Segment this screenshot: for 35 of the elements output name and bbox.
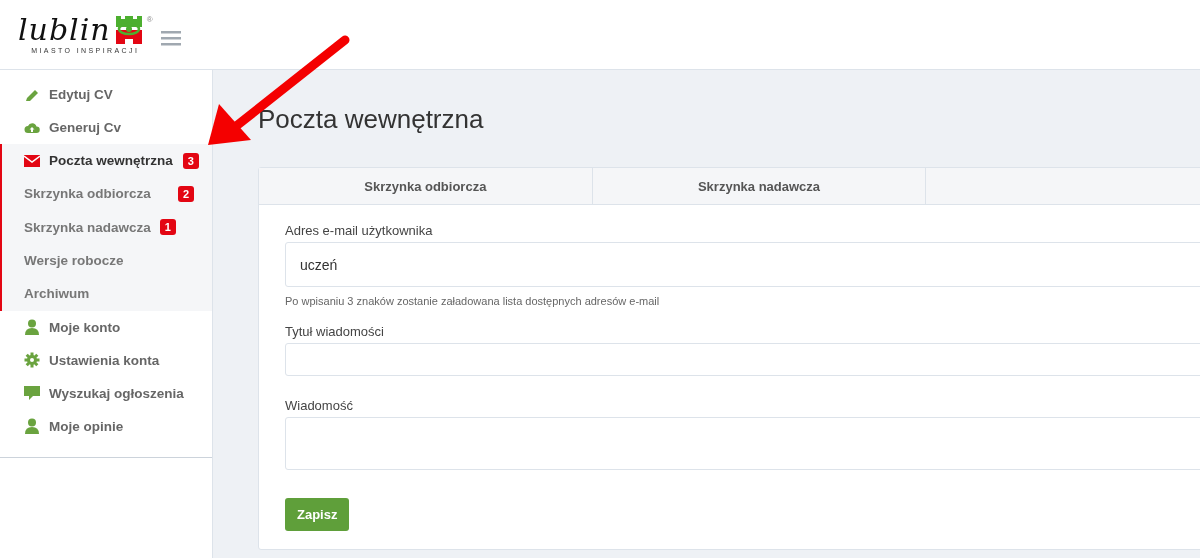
menu-icon[interactable] (160, 29, 181, 46)
tab[interactable]: Skrzynka nadawcza (592, 168, 927, 204)
message-field[interactable] (285, 417, 1200, 470)
field-label: Adres e-mail użytkownika (285, 223, 434, 238)
input-field[interactable] (285, 343, 1200, 376)
registered-mark: ® (146, 15, 153, 24)
sidebar-subitem[interactable]: Wersje robocze (0, 243, 212, 278)
tower-logo-icon (113, 15, 144, 45)
sidebar-subitem[interactable]: Archiwum (0, 277, 212, 311)
sidebar-item[interactable]: Poczta wewnętrzna 3 (0, 144, 212, 177)
speech-bubble-icon (24, 385, 40, 402)
sidebar-subitem[interactable]: Skrzynka odbiorcza 2 (0, 177, 212, 211)
count-badge: 2 (177, 185, 194, 202)
field-label: Wiadomość (285, 398, 354, 413)
count-badge: 1 (159, 219, 176, 236)
settings-icon (24, 352, 40, 369)
save-button[interactable]: Zapisz (285, 498, 350, 531)
user-icon (25, 319, 39, 336)
sidebar-item[interactable]: Generuj Cv (0, 111, 212, 144)
sidebar-subitem[interactable]: Skrzynka nadawcza 1 (0, 210, 212, 244)
field-hint: Po wpisaniu 3 znaków zostanie załadowana lista dostępnych adresów e-mail (285, 295, 661, 307)
sidebar-item[interactable]: Moje konto (0, 310, 212, 344)
count-badge: 3 (182, 152, 199, 169)
sidebar-item[interactable]: Ustawienia konta (0, 343, 212, 377)
tab[interactable]: Skrzynka odbiorcza (259, 168, 593, 204)
envelope-icon (24, 154, 40, 167)
user-icon (25, 418, 39, 435)
input-field[interactable]: uczeń (285, 242, 1200, 287)
field-label: Tytuł wiadomości (285, 324, 385, 339)
sidebar-item[interactable]: Edytuj CV (0, 78, 212, 111)
sidebar-item[interactable]: Wyszukaj ogłoszenia (0, 376, 212, 410)
cloud-upload-icon (24, 121, 40, 134)
page-title: Poczta wewnętrzna (258, 104, 485, 135)
logo-wordmark: lublin (18, 15, 111, 45)
sidebar-item[interactable]: Moje opinie (0, 409, 212, 443)
